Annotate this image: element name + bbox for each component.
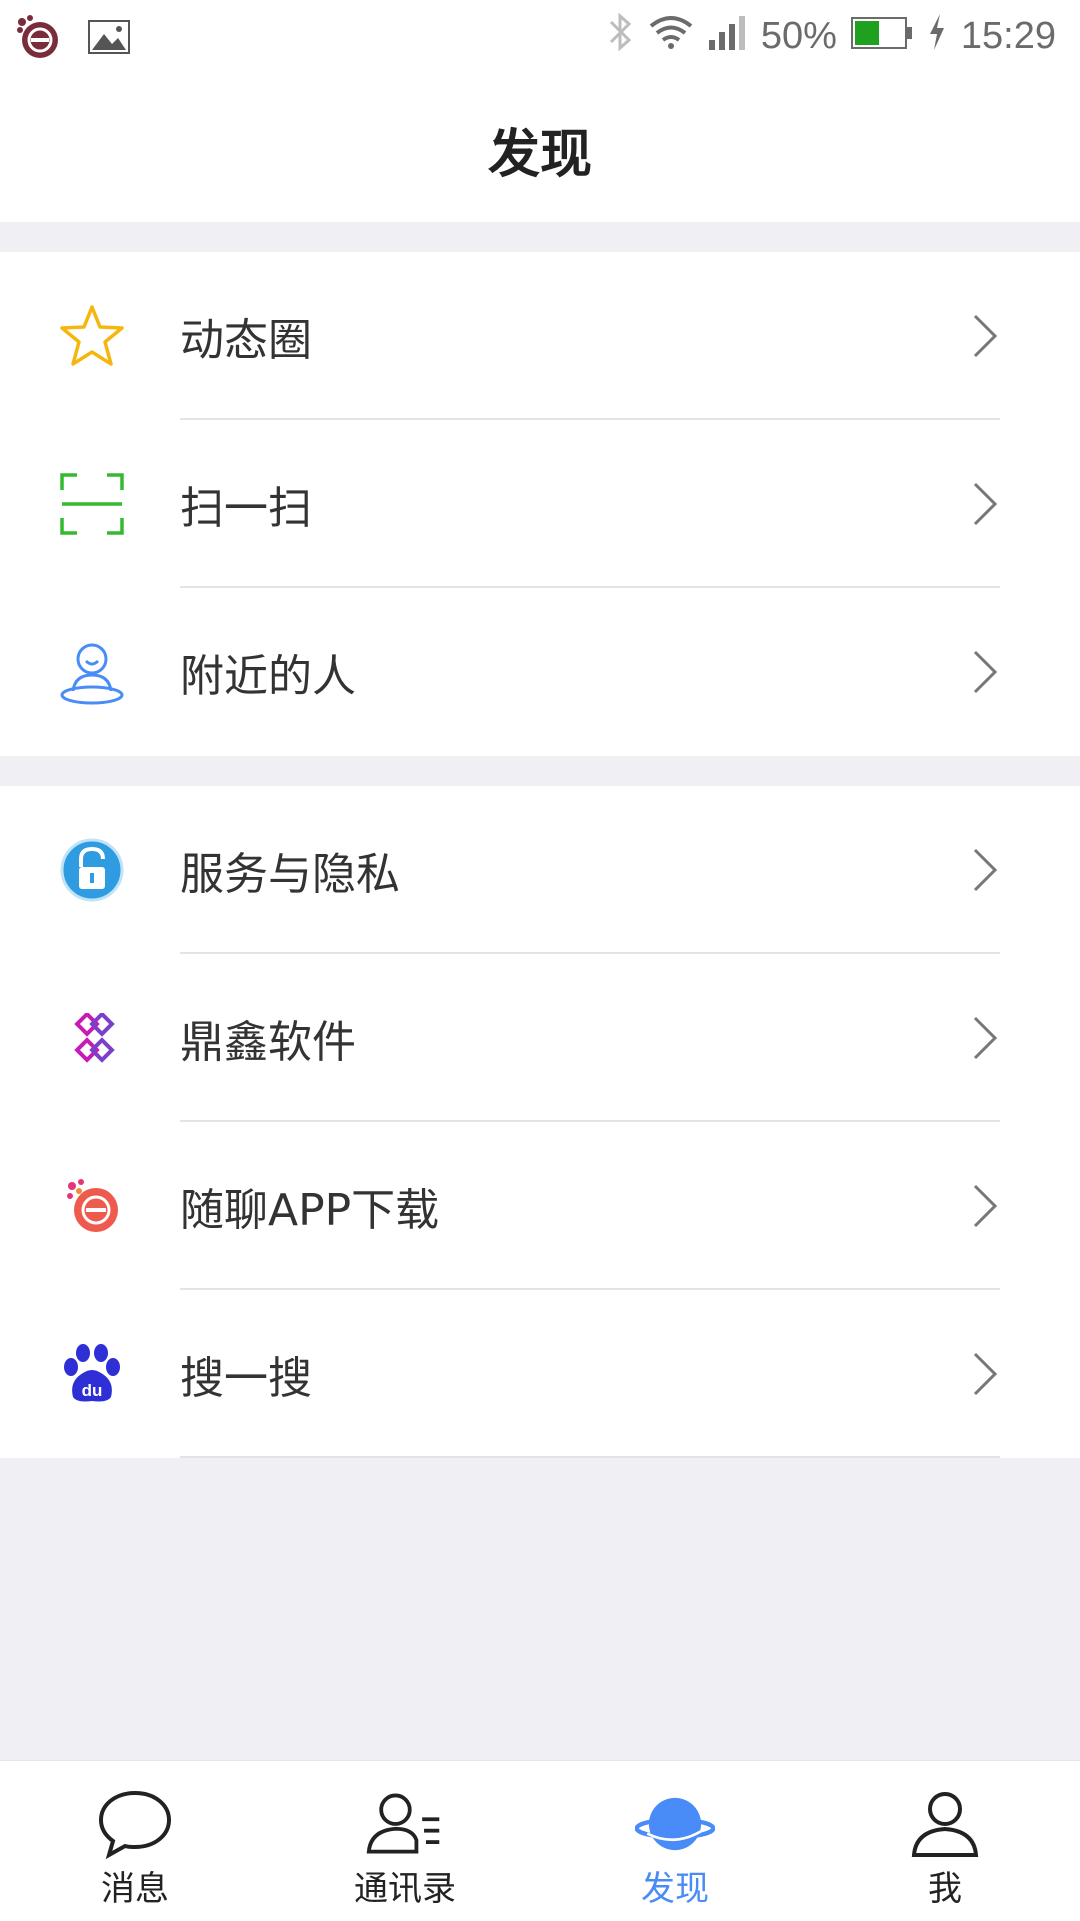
menu-item-nearby[interactable]: 附近的人	[0, 588, 1080, 756]
menu-item-search[interactable]: du 搜一搜	[0, 1290, 1080, 1458]
dingxin-logo-icon	[58, 1004, 126, 1072]
star-icon	[58, 302, 126, 370]
tab-discover[interactable]: 发现	[540, 1761, 810, 1921]
suiliao-logo-icon	[58, 1172, 126, 1240]
menu-item-label: 鼎鑫软件	[180, 1017, 356, 1068]
battery-icon	[850, 15, 913, 59]
chat-bubble-icon	[95, 1787, 175, 1861]
status-bar: 50% 15:29	[0, 0, 1080, 72]
menu-item-moments[interactable]: 动态圈	[0, 252, 1080, 420]
contacts-icon	[365, 1787, 445, 1861]
page-title: 发现	[487, 125, 592, 185]
menu-item-privacy[interactable]: 服务与隐私	[0, 786, 1080, 954]
tab-label: 消息	[101, 1869, 169, 1909]
person-icon	[905, 1787, 985, 1861]
planet-icon	[635, 1787, 715, 1861]
chevron-right-icon	[973, 314, 998, 358]
divider	[180, 1456, 1000, 1458]
tab-label: 我	[928, 1869, 962, 1909]
chevron-right-icon	[973, 482, 998, 526]
menu-item-label: 扫一扫	[180, 483, 312, 534]
menu-item-dingxin[interactable]: 鼎鑫软件	[0, 954, 1080, 1122]
tab-contacts[interactable]: 通讯录	[270, 1761, 540, 1921]
wifi-icon	[649, 14, 693, 59]
clock: 15:29	[960, 15, 1056, 57]
menu-item-label: 附近的人	[180, 651, 356, 702]
menu-item-label: 动态圈	[180, 315, 312, 366]
bottom-tab-bar: 消息 通讯录 发现 我	[0, 1760, 1080, 1921]
app-notification-icon	[14, 12, 64, 66]
baidu-paw-icon: du	[58, 1340, 126, 1408]
scan-icon	[58, 470, 126, 538]
menu-item-label: 服务与隐私	[180, 849, 400, 900]
menu-item-label: 随聊APP下载	[180, 1185, 440, 1236]
menu-group-1: 动态圈 扫一扫 附近的人	[0, 252, 1080, 756]
chevron-right-icon	[973, 848, 998, 892]
svg-text:du: du	[82, 1381, 103, 1400]
bluetooth-icon	[607, 10, 635, 63]
tab-messages[interactable]: 消息	[0, 1761, 270, 1921]
signal-icon	[707, 12, 747, 61]
nav-bar: 发现	[0, 72, 1080, 222]
tab-label: 发现	[641, 1869, 709, 1909]
lock-icon	[58, 836, 126, 904]
charging-icon	[927, 12, 947, 61]
battery-percent: 50%	[760, 15, 837, 57]
chevron-right-icon	[973, 1352, 998, 1396]
image-notification-icon	[88, 20, 130, 58]
chevron-right-icon	[973, 650, 998, 694]
menu-item-suiliao-download[interactable]: 随聊APP下载	[0, 1122, 1080, 1290]
tab-me[interactable]: 我	[810, 1761, 1080, 1921]
menu-item-label: 搜一搜	[180, 1353, 312, 1404]
menu-item-scan[interactable]: 扫一扫	[0, 420, 1080, 588]
menu-group-2: 服务与隐私 鼎鑫软件 随聊APP下载 du 搜一搜	[0, 786, 1080, 1458]
nearby-person-icon	[58, 638, 126, 706]
chevron-right-icon	[973, 1016, 998, 1060]
chevron-right-icon	[973, 1184, 998, 1228]
tab-label: 通讯录	[354, 1869, 456, 1909]
